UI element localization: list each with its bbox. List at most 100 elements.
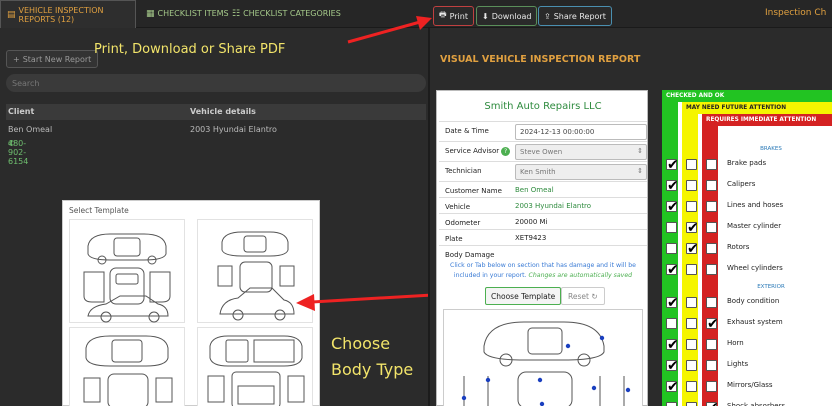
ok-checkbox[interactable] (666, 402, 677, 406)
checklist-item-label: Brake pads (727, 159, 767, 167)
field-date-time: Date & Time 2024-12-13 00:00:00 (439, 121, 647, 141)
checklist-item-label: Horn (727, 339, 744, 347)
ok-checkbox[interactable]: ✔ (666, 262, 679, 278)
odometer-value: 20000 Mi (515, 218, 548, 226)
future-checkbox[interactable] (686, 339, 697, 350)
checkmark-icon: ✔ (667, 337, 679, 353)
legend-ok: CHECKED AND OK (662, 90, 832, 102)
legend-future: MAY NEED FUTURE ATTENTION (682, 102, 832, 114)
future-checkbox[interactable] (686, 297, 697, 308)
date-time-input[interactable]: 2024-12-13 00:00:00 (515, 124, 647, 140)
immediate-checkbox[interactable] (706, 297, 717, 308)
company-name: Smith Auto Repairs LLC (484, 101, 602, 112)
checklist-item: ✔ Rotors (662, 239, 832, 259)
checklist-item: ✔ Horn (662, 335, 832, 355)
future-checkbox[interactable] (686, 360, 697, 371)
checklist-item-label: Shock absorbers (727, 402, 786, 406)
dropdown-arrows-icon: ⇕ (637, 147, 643, 155)
checkmark-icon: ✔ (667, 262, 679, 278)
car-diagram-icon (461, 321, 631, 406)
reset-label: Reset (568, 292, 589, 301)
field-label-text: Service Advisor (445, 147, 500, 155)
checklist-item: ✔ Brake pads (662, 155, 832, 175)
vehicle-value[interactable]: 2003 Hyundai Elantro (515, 202, 591, 210)
immediate-checkbox[interactable] (706, 201, 717, 212)
plate-value: XET9423 (515, 234, 547, 242)
future-checkbox[interactable] (686, 201, 697, 212)
immediate-checkbox[interactable] (706, 264, 717, 275)
field-label: Odometer (445, 219, 481, 227)
future-checkbox[interactable]: ✔ (686, 220, 699, 236)
ok-checkbox[interactable]: ✔ (666, 178, 679, 194)
service-advisor-select[interactable]: Steve Owen ⇕ (515, 144, 647, 160)
checkmark-icon: ✔ (707, 316, 719, 332)
field-label: Body Damage (445, 251, 495, 259)
technician-select[interactable]: Ken Smith ⇕ (515, 164, 647, 180)
field-technician: Technician Ken Smith ⇕ (439, 161, 647, 181)
ok-checkbox[interactable]: ✔ (666, 358, 679, 374)
checklist-item-label: Mirrors/Glass (727, 381, 773, 389)
immediate-checkbox[interactable] (706, 159, 717, 170)
checkmark-icon: ✔ (667, 295, 679, 311)
checklist-item-label: Master cylinder (727, 222, 782, 230)
customer-name-value[interactable]: Ben Omeal (515, 186, 554, 194)
checklist-item: ✔ Exhaust system (662, 314, 832, 334)
checklist-item: ✔ Body condition (662, 293, 832, 313)
immediate-checkbox[interactable] (706, 243, 717, 254)
select-value: Ken Smith (520, 168, 556, 176)
ok-checkbox[interactable]: ✔ (666, 380, 679, 394)
checklist-item: ✔ Shock absorbers (662, 398, 832, 406)
future-checkbox[interactable] (686, 159, 697, 170)
checklist-item-label: Rotors (727, 243, 750, 251)
checkmark-icon: ✔ (667, 358, 679, 374)
checklist-item-label: Wheel cylinders (727, 264, 783, 272)
ok-checkbox[interactable] (666, 318, 677, 329)
ok-checkbox[interactable] (666, 243, 677, 254)
ok-checkbox[interactable]: ✔ (666, 200, 679, 214)
ok-checkbox[interactable]: ✔ (666, 158, 679, 172)
checklist-item-label: Lines and hoses (727, 201, 784, 209)
field-label: Vehicle (445, 203, 471, 211)
future-checkbox[interactable] (686, 318, 697, 329)
immediate-checkbox[interactable]: ✔ (706, 316, 719, 332)
future-checkbox[interactable] (686, 402, 697, 406)
ok-checkbox[interactable] (666, 222, 677, 233)
immediate-checkbox[interactable] (706, 360, 717, 371)
choose-template-button[interactable]: Choose Template (485, 287, 562, 305)
body-damage-diagram[interactable] (443, 309, 643, 406)
immediate-checkbox[interactable] (706, 339, 717, 350)
inspection-checklist: CHECKED AND OK MAY NEED FUTURE ATTENTION… (662, 90, 832, 406)
checklist-item: ✔ Lights (662, 356, 832, 376)
checkmark-icon: ✔ (667, 178, 679, 194)
checklist-item-label: Lights (727, 360, 749, 368)
checklist-item: ✔ Mirrors/Glass (662, 377, 832, 397)
select-value: Steve Owen (520, 148, 563, 156)
refresh-icon: ↻ (591, 292, 598, 301)
report-title: VISUAL VEHICLE INSPECTION REPORT (440, 54, 641, 65)
future-checkbox[interactable] (686, 264, 697, 275)
checkmark-icon: ✔ (687, 241, 699, 257)
future-checkbox[interactable] (686, 180, 697, 191)
field-service-advisor: Service Advisor? Steve Owen ⇕ (439, 141, 647, 161)
section-header: EXTERIOR (757, 284, 785, 290)
future-checkbox[interactable]: ✔ (686, 241, 699, 257)
checklist-item-label: Body condition (727, 297, 780, 305)
checklist-item-label: Calipers (727, 180, 756, 188)
immediate-checkbox[interactable]: ✔ (706, 401, 719, 406)
immediate-checkbox[interactable] (706, 222, 717, 233)
dropdown-arrows-icon: ⇕ (637, 167, 643, 175)
ok-checkbox[interactable]: ✔ (666, 337, 679, 353)
future-checkbox[interactable] (686, 381, 697, 392)
ok-checkbox[interactable]: ✔ (666, 295, 679, 311)
field-label: Customer Name (445, 187, 502, 195)
immediate-checkbox[interactable] (706, 180, 717, 191)
immediate-checkbox[interactable] (706, 381, 717, 392)
reset-button[interactable]: Reset ↻ (561, 287, 605, 305)
field-label: Service Advisor? (445, 147, 511, 156)
checkmark-icon: ✔ (687, 220, 699, 236)
section-header: BRAKES (760, 146, 782, 152)
checklist-item: ✔ Lines and hoses (662, 197, 832, 217)
field-label: Technician (445, 167, 482, 175)
checklist-item: ✔ Master cylinder (662, 218, 832, 238)
help-icon[interactable]: ? (501, 147, 511, 156)
